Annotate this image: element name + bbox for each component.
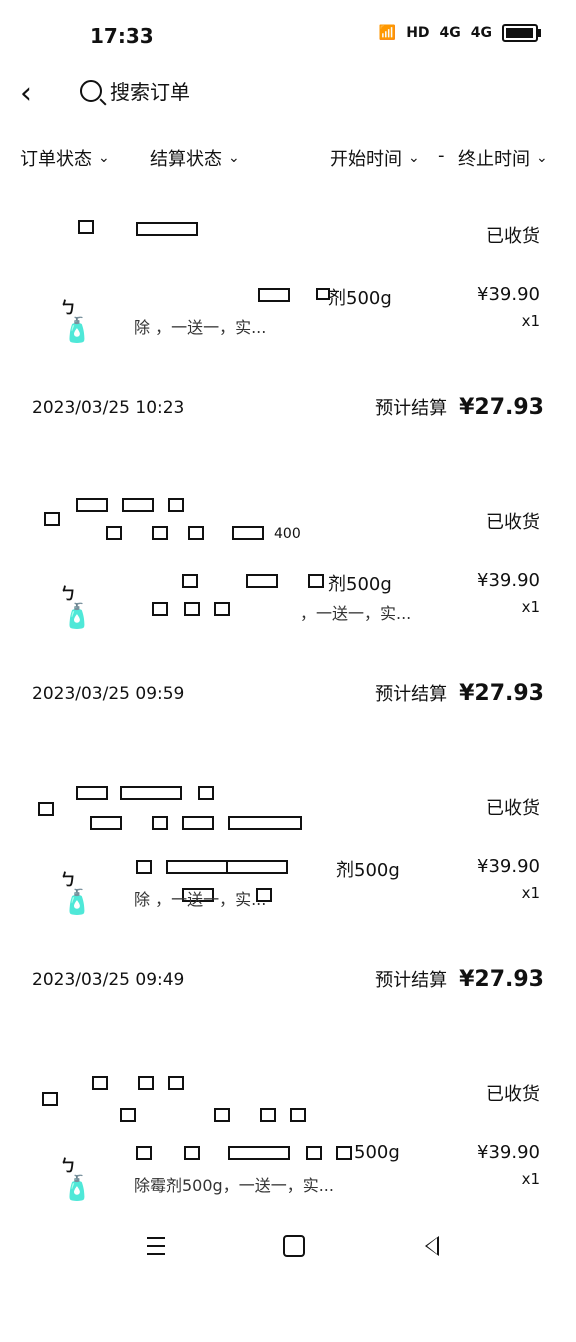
chevron-down-icon: ⌄ (536, 150, 548, 166)
product-qty: x1 (521, 884, 540, 902)
navigation-bar (0, 1210, 576, 1280)
back-button[interactable] (418, 1232, 446, 1260)
product-price: ¥39.90 (477, 1142, 540, 1163)
filter-label: 订单状态 (20, 149, 92, 170)
filter-label: 终止时间 (458, 149, 530, 170)
order-bottom: 2023/03/25 10:23 预计结算 ¥27.93 (32, 388, 544, 428)
order-bottom: 2023/03/25 09:49 预计结算 ¥27.93 (32, 960, 544, 1000)
order-item[interactable]: 已收货 ㄅ 🧴 剂500g 除 ，一送一，实... ¥39.90 x1 2023… (0, 770, 576, 1056)
product-qty: x1 (521, 1170, 540, 1188)
product[interactable]: ㄅ 🧴 剂500g 除 ，一送一，实... ¥39.90 x1 (60, 848, 540, 958)
product-qty: x1 (521, 312, 540, 330)
product-price: ¥39.90 (477, 856, 540, 877)
product-subtitle: 除霉剂500g，一送一，实... (134, 1176, 334, 1195)
product-thumbnail: ㄅ 🧴 (60, 1156, 92, 1202)
order-item[interactable]: 已收货 ㄅ 🧴 500g 除霉剂500g，一送一，实... ¥39.90 x1 (0, 1056, 576, 1342)
order-date: 2023/03/25 09:49 (32, 970, 185, 990)
chevron-down-icon: ⌄ (228, 150, 240, 166)
redacted-name (36, 206, 326, 252)
order-date: 2023/03/25 09:59 (32, 684, 185, 704)
product-qty: x1 (521, 598, 540, 616)
product-subtitle: 除 ，一送一，实... (134, 890, 267, 909)
order-status: 已收货 (486, 512, 540, 533)
product-price: ¥39.90 (477, 284, 540, 305)
product-thumbnail: ㄅ 🧴 (60, 298, 92, 344)
filters: 订单状态 ⌄ 结算状态 ⌄ 开始时间 ⌄ - 终止时间 ⌄ (20, 145, 556, 175)
search-icon (80, 79, 102, 102)
status-icons: 📶 HD 4G 4G (378, 24, 541, 42)
settle-label: 预计结算 (375, 398, 448, 419)
chevron-down-icon: ⌄ (408, 150, 420, 166)
search-placeholder: 搜索订单 (110, 80, 190, 104)
chevron-down-icon: ⌄ (98, 150, 110, 166)
filter-label: 结算状态 (150, 149, 222, 170)
product-subtitle: 除 ，一送一，实... (134, 318, 267, 337)
status-time: 17:33 (90, 24, 154, 48)
product-thumbnail: ㄅ 🧴 (60, 870, 92, 916)
settle: 预计结算 ¥27.93 (375, 394, 544, 420)
settle-value: ¥27.93 (459, 967, 544, 992)
settle-label: 预计结算 (375, 684, 448, 705)
filter-end-time[interactable]: 终止时间 ⌄ (458, 145, 548, 171)
filter-start-time[interactable]: 开始时间 ⌄ (330, 145, 420, 171)
battery-icon (502, 24, 541, 42)
filter-order-status[interactable]: 订单状态 ⌄ (20, 145, 110, 171)
product[interactable]: ㄅ 🧴 剂500g ，一送一，实... ¥39.90 x1 (60, 562, 540, 672)
order-status: 已收货 (486, 1084, 540, 1105)
redacted-name: 400 (36, 492, 326, 542)
order-status: 已收货 (486, 798, 540, 819)
network-right: 4G (470, 25, 492, 41)
filter-settle-status[interactable]: 结算状态 ⌄ (150, 145, 240, 171)
order-status: 已收货 (486, 226, 540, 247)
product-title: 剂500g (336, 860, 400, 881)
filter-label: 开始时间 (330, 149, 402, 170)
settle-value: ¥27.93 (459, 681, 544, 706)
menu-icon (147, 1237, 165, 1255)
order-item[interactable]: 400 已收货 ㄅ 🧴 剂500g ，一送一，实... ¥39.90 x1 20… (0, 484, 576, 770)
order-bottom: 2023/03/25 09:59 预计结算 ¥27.93 (32, 674, 544, 714)
product-thumbnail: ㄅ 🧴 (60, 584, 92, 630)
order-extra: 400 (274, 526, 301, 542)
product[interactable]: ㄅ 🧴 剂500g 除 ，一送一，实... ¥39.90 x1 (60, 276, 540, 386)
settle-value: ¥27.93 (459, 395, 544, 420)
order-date: 2023/03/25 10:23 (32, 398, 185, 418)
filter-separator: - (438, 145, 445, 166)
redacted-name (36, 778, 326, 830)
settle: 预计结算 ¥27.93 (375, 680, 544, 706)
product-price: ¥39.90 (477, 570, 540, 591)
product-title: 500g (354, 1142, 400, 1163)
status-bar: 17:33 📶 HD 4G 4G (0, 0, 576, 72)
wifi-icon: 📶 (378, 25, 397, 41)
menu-button[interactable] (142, 1232, 170, 1260)
redacted-name (36, 1064, 326, 1122)
back-icon (425, 1236, 439, 1256)
header: ‹ 搜索订单 (0, 70, 576, 114)
settle: 预计结算 ¥27.93 (375, 966, 544, 992)
settle-label: 预计结算 (375, 970, 448, 991)
network-left: 4G (439, 25, 461, 41)
home-button[interactable] (280, 1232, 308, 1260)
back-icon[interactable]: ‹ (20, 76, 32, 111)
home-icon (283, 1235, 305, 1257)
hd-badge: HD (406, 25, 430, 41)
search-bar[interactable]: 搜索订单 (80, 76, 190, 105)
order-item[interactable]: 已收货 ㄅ 🧴 剂500g 除 ，一送一，实... ¥39.90 x1 2023… (0, 198, 576, 484)
